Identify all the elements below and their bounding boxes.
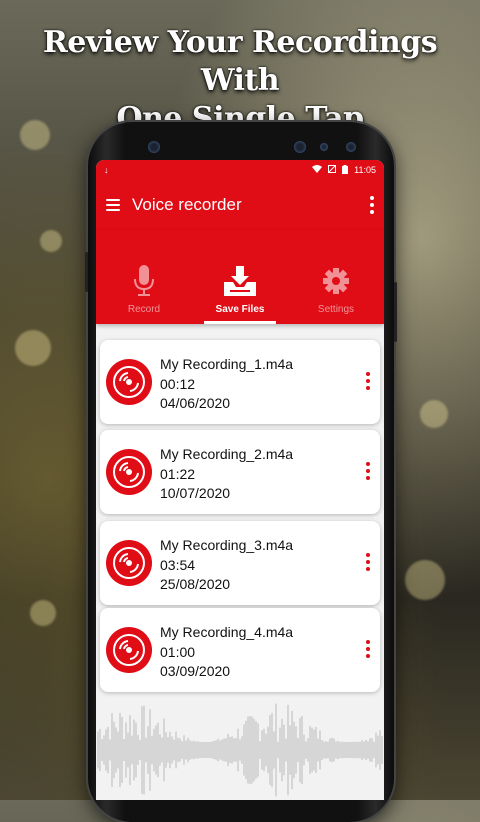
phone-side-button — [85, 252, 88, 292]
tab-settings-label: Settings — [317, 304, 355, 315]
status-bar: ↓ 11:05 — [96, 160, 384, 180]
tab-save-files[interactable]: Save Files — [192, 230, 288, 324]
recording-duration: 01:00 — [160, 644, 196, 660]
overflow-menu-icon[interactable] — [370, 196, 374, 214]
recording-date: 25/08/2020 — [160, 576, 231, 592]
sensor-icon — [294, 141, 306, 153]
recording-date: 04/06/2020 — [160, 395, 231, 411]
active-tab-indicator — [204, 321, 276, 324]
recording-card[interactable]: My Recording_1.m4a 00:12 04/06/2020 — [100, 340, 380, 424]
battery-icon — [342, 164, 349, 176]
app-bar: Voice recorder — [96, 180, 384, 230]
tab-settings[interactable]: Settings — [288, 230, 384, 324]
recording-duration: 03:54 — [160, 557, 196, 573]
waveform-decoration — [97, 703, 383, 797]
recording-options-icon[interactable] — [366, 553, 370, 571]
download-tray-icon — [224, 264, 256, 298]
bokeh-light — [30, 600, 56, 626]
bokeh-light — [15, 330, 51, 366]
recording-card[interactable]: My Recording_3.m4a 03:54 25/08/2020 — [100, 521, 380, 605]
usb-icon: ↓ — [104, 165, 109, 175]
signal-icon — [327, 164, 337, 175]
bokeh-light — [405, 560, 445, 600]
recording-name: My Recording_4.m4a — [160, 624, 294, 640]
tab-bar: Record Save Files Settings — [96, 230, 384, 324]
front-camera-icon — [148, 141, 160, 153]
recording-disc-icon — [106, 627, 152, 673]
sensor-icon — [346, 142, 356, 152]
recording-options-icon[interactable] — [366, 372, 370, 390]
recording-card[interactable]: My Recording_2.m4a 01:22 10/07/2020 — [100, 430, 380, 514]
recording-duration: 01:22 — [160, 466, 196, 482]
tab-save-files-label: Save Files — [215, 304, 265, 315]
tab-record[interactable]: Record — [96, 230, 192, 324]
headline-line-1: Review Your Recordings With — [42, 25, 438, 98]
sensor-icon — [320, 143, 328, 151]
recording-options-icon[interactable] — [366, 640, 370, 658]
wifi-icon — [312, 165, 323, 175]
hamburger-menu-icon[interactable] — [106, 199, 120, 211]
recording-name: My Recording_3.m4a — [160, 537, 294, 553]
recording-disc-icon — [106, 540, 152, 586]
recording-name: My Recording_2.m4a — [160, 446, 294, 462]
recording-date: 03/09/2020 — [160, 663, 231, 679]
recording-name: My Recording_1.m4a — [160, 356, 294, 372]
bokeh-light — [40, 230, 62, 252]
recording-disc-icon — [106, 359, 152, 405]
promo-headline: Review Your Recordings With One Single T… — [0, 24, 480, 138]
gear-icon — [322, 264, 350, 298]
phone-side-button — [394, 282, 397, 342]
recording-card[interactable]: My Recording_4.m4a 01:00 03/09/2020 — [100, 608, 380, 692]
app-screen: ↓ 11:05 Voice recorder Record Save Files… — [96, 160, 384, 800]
recording-duration: 00:12 — [160, 376, 196, 392]
clock-time: 11:05 — [354, 165, 376, 175]
recording-date: 10/07/2020 — [160, 485, 231, 501]
tab-record-label: Record — [127, 304, 161, 315]
recording-options-icon[interactable] — [366, 462, 370, 480]
app-title: Voice recorder — [132, 195, 242, 214]
microphone-icon — [134, 264, 154, 298]
recording-disc-icon — [106, 449, 152, 495]
bokeh-light — [420, 400, 448, 428]
